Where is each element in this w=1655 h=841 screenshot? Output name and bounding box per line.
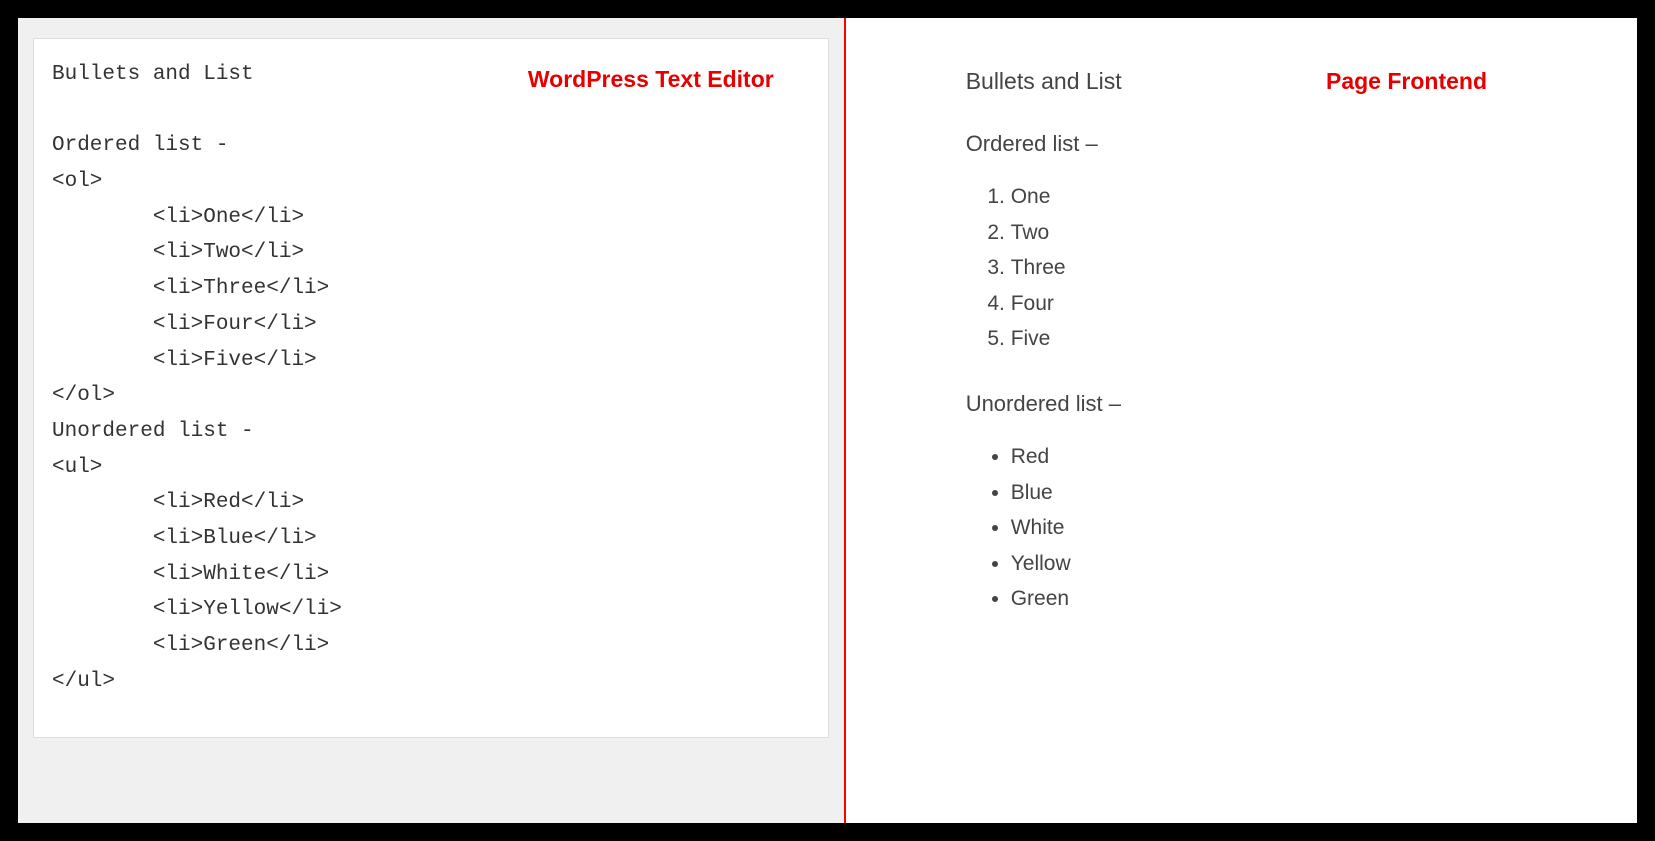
editor-label: WordPress Text Editor xyxy=(528,66,774,93)
editor-panel: WordPress Text Editor Bullets and List O… xyxy=(18,18,844,823)
list-item: Five xyxy=(1011,321,1517,357)
text-editor[interactable]: Bullets and List Ordered list - <ol> <li… xyxy=(33,38,829,738)
list-item: Three xyxy=(1011,250,1517,286)
frontend-label: Page Frontend xyxy=(1326,68,1487,95)
frontend-panel: Page Frontend Bullets and List Ordered l… xyxy=(846,18,1637,823)
list-item: Blue xyxy=(1011,475,1517,511)
ordered-list-heading: Ordered list – xyxy=(966,131,1517,157)
ordered-list: OneTwoThreeFourFive xyxy=(1011,179,1517,357)
unordered-list: RedBlueWhiteYellowGreen xyxy=(1011,439,1517,617)
list-item: White xyxy=(1011,510,1517,546)
list-item: Yellow xyxy=(1011,546,1517,582)
list-item: Two xyxy=(1011,215,1517,251)
list-item: Green xyxy=(1011,581,1517,617)
list-item: Four xyxy=(1011,286,1517,322)
list-item: Red xyxy=(1011,439,1517,475)
unordered-list-heading: Unordered list – xyxy=(966,391,1517,417)
list-item: One xyxy=(1011,179,1517,215)
comparison-container: WordPress Text Editor Bullets and List O… xyxy=(18,18,1637,823)
